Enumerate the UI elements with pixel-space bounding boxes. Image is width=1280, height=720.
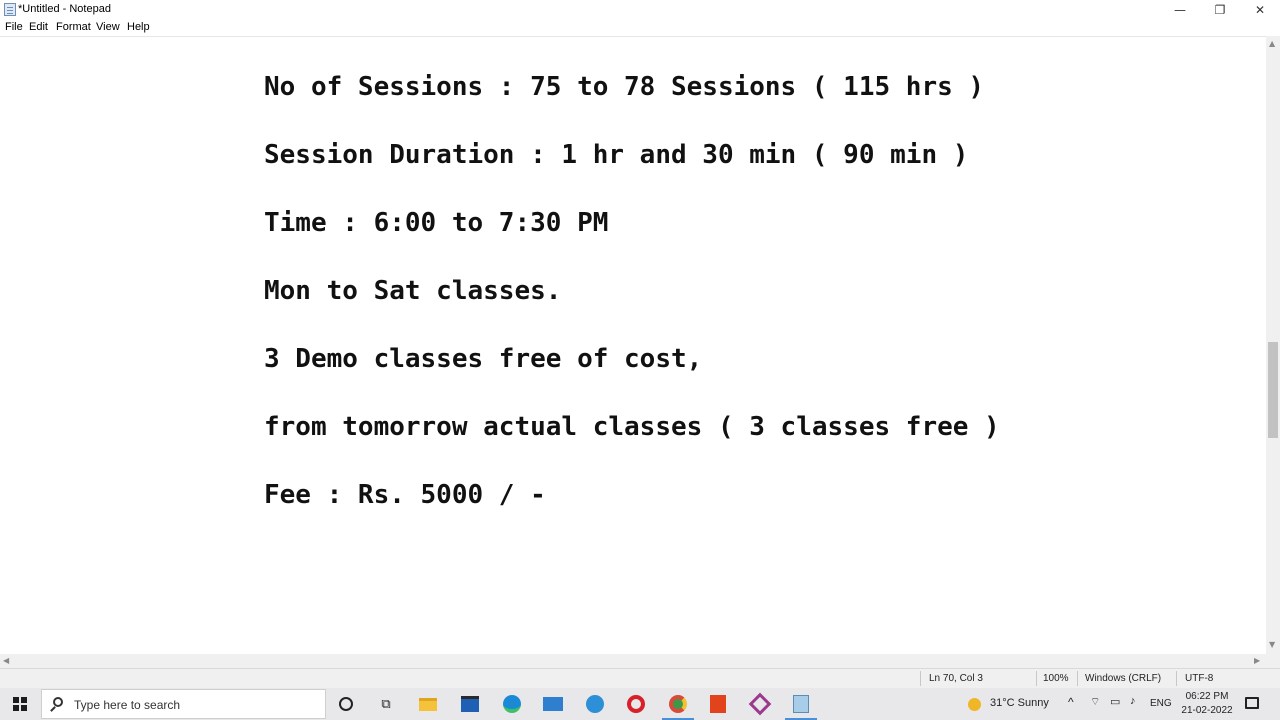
taskbar-search-box[interactable]: Type here to search (41, 689, 326, 719)
text-line: from tomorrow actual classes ( 3 classes… (264, 412, 1000, 442)
input-language[interactable]: ENG (1150, 698, 1172, 709)
mail-icon[interactable] (541, 692, 565, 716)
title-bar: *Untitled - Notepad — ❐ ✕ (0, 0, 1280, 20)
notepad-icon[interactable] (785, 692, 817, 720)
scroll-left-icon[interactable]: ◀ (3, 656, 9, 665)
snipping-tool-icon[interactable] (748, 692, 772, 716)
file-explorer-icon[interactable] (416, 692, 440, 716)
menu-file[interactable]: File (5, 21, 23, 33)
chrome-icon[interactable] (662, 692, 694, 720)
minimize-button[interactable]: — (1160, 0, 1200, 20)
notification-icon[interactable] (1245, 697, 1259, 709)
weather-text[interactable]: 31°C Sunny (990, 697, 1049, 709)
close-button[interactable]: ✕ (1240, 0, 1280, 20)
status-divider (1176, 671, 1177, 686)
clock-date: 21-02-2022 (1181, 705, 1233, 716)
text-line: Session Duration : 1 hr and 30 min ( 90 … (264, 140, 969, 170)
text-line: Time : 6:00 to 7:30 PM (264, 208, 609, 238)
window-title: *Untitled - Notepad (18, 3, 111, 15)
vertical-scroll-thumb[interactable] (1268, 342, 1278, 438)
battery-icon[interactable]: ▭ (1110, 695, 1120, 708)
restore-icon: ❐ (1214, 3, 1226, 17)
search-placeholder: Type here to search (74, 698, 181, 712)
text-line: Fee : Rs. 5000 / - (264, 480, 546, 510)
volume-icon[interactable]: ♪ (1130, 695, 1136, 707)
maps-icon[interactable] (583, 692, 607, 716)
status-divider (920, 671, 921, 686)
clock-time: 06:22 PM (1185, 691, 1229, 702)
scroll-down-icon[interactable]: ▼ (1269, 640, 1275, 649)
vertical-scrollbar[interactable]: ▲ ▼ (1266, 36, 1280, 654)
restore-button[interactable]: ❐ (1200, 0, 1240, 20)
menu-bar: File Edit Format View Help (0, 20, 1280, 36)
text-line: No of Sessions : 75 to 78 Sessions ( 115… (264, 72, 985, 102)
menu-help[interactable]: Help (127, 21, 150, 33)
system-clock[interactable]: 06:22 PM 21-02-2022 (1176, 690, 1238, 718)
line-ending: Windows (CRLF) (1085, 673, 1162, 684)
store-icon[interactable] (458, 692, 482, 716)
menu-edit[interactable]: Edit (29, 21, 48, 33)
windows-logo-icon (13, 697, 27, 711)
scrollbar-corner (1266, 654, 1280, 668)
notepad-app-icon (4, 3, 16, 16)
text-line: Mon to Sat classes. (264, 276, 562, 306)
status-divider (1036, 671, 1037, 686)
edge-icon[interactable] (500, 692, 524, 716)
start-button[interactable] (0, 688, 40, 720)
network-icon[interactable]: ⌔ (1090, 695, 1100, 709)
horizontal-scrollbar[interactable]: ◀ ▶ (0, 654, 1266, 668)
minimize-icon: — (1174, 3, 1186, 17)
cursor-position: Ln 70, Col 3 (929, 673, 983, 684)
opera-icon[interactable] (624, 692, 648, 716)
search-icon (53, 697, 63, 707)
weather-icon (968, 698, 981, 711)
task-view-icon[interactable]: ⧉ (374, 692, 398, 716)
text-line: 3 Demo classes free of cost, (264, 344, 703, 374)
encoding: UTF-8 (1185, 673, 1214, 684)
text-editor[interactable]: No of Sessions : 75 to 78 Sessions ( 115… (0, 36, 1266, 654)
close-icon: ✕ (1254, 3, 1266, 17)
menu-view[interactable]: View (96, 21, 120, 33)
menu-format[interactable]: Format (56, 21, 91, 33)
taskbar: Type here to search ⧉ 31°C Sunny ^ ⌔ ▭ ♪… (0, 688, 1280, 720)
office-icon[interactable] (706, 692, 730, 716)
scroll-up-icon[interactable]: ▲ (1269, 39, 1275, 48)
scroll-right-icon[interactable]: ▶ (1254, 656, 1260, 665)
status-divider (1077, 671, 1078, 686)
status-bar: Ln 70, Col 3 100% Windows (CRLF) UTF-8 (0, 668, 1280, 688)
cortana-icon[interactable] (334, 692, 358, 716)
chevron-up-icon[interactable]: ^ (1068, 695, 1074, 709)
zoom-level: 100% (1043, 673, 1069, 684)
